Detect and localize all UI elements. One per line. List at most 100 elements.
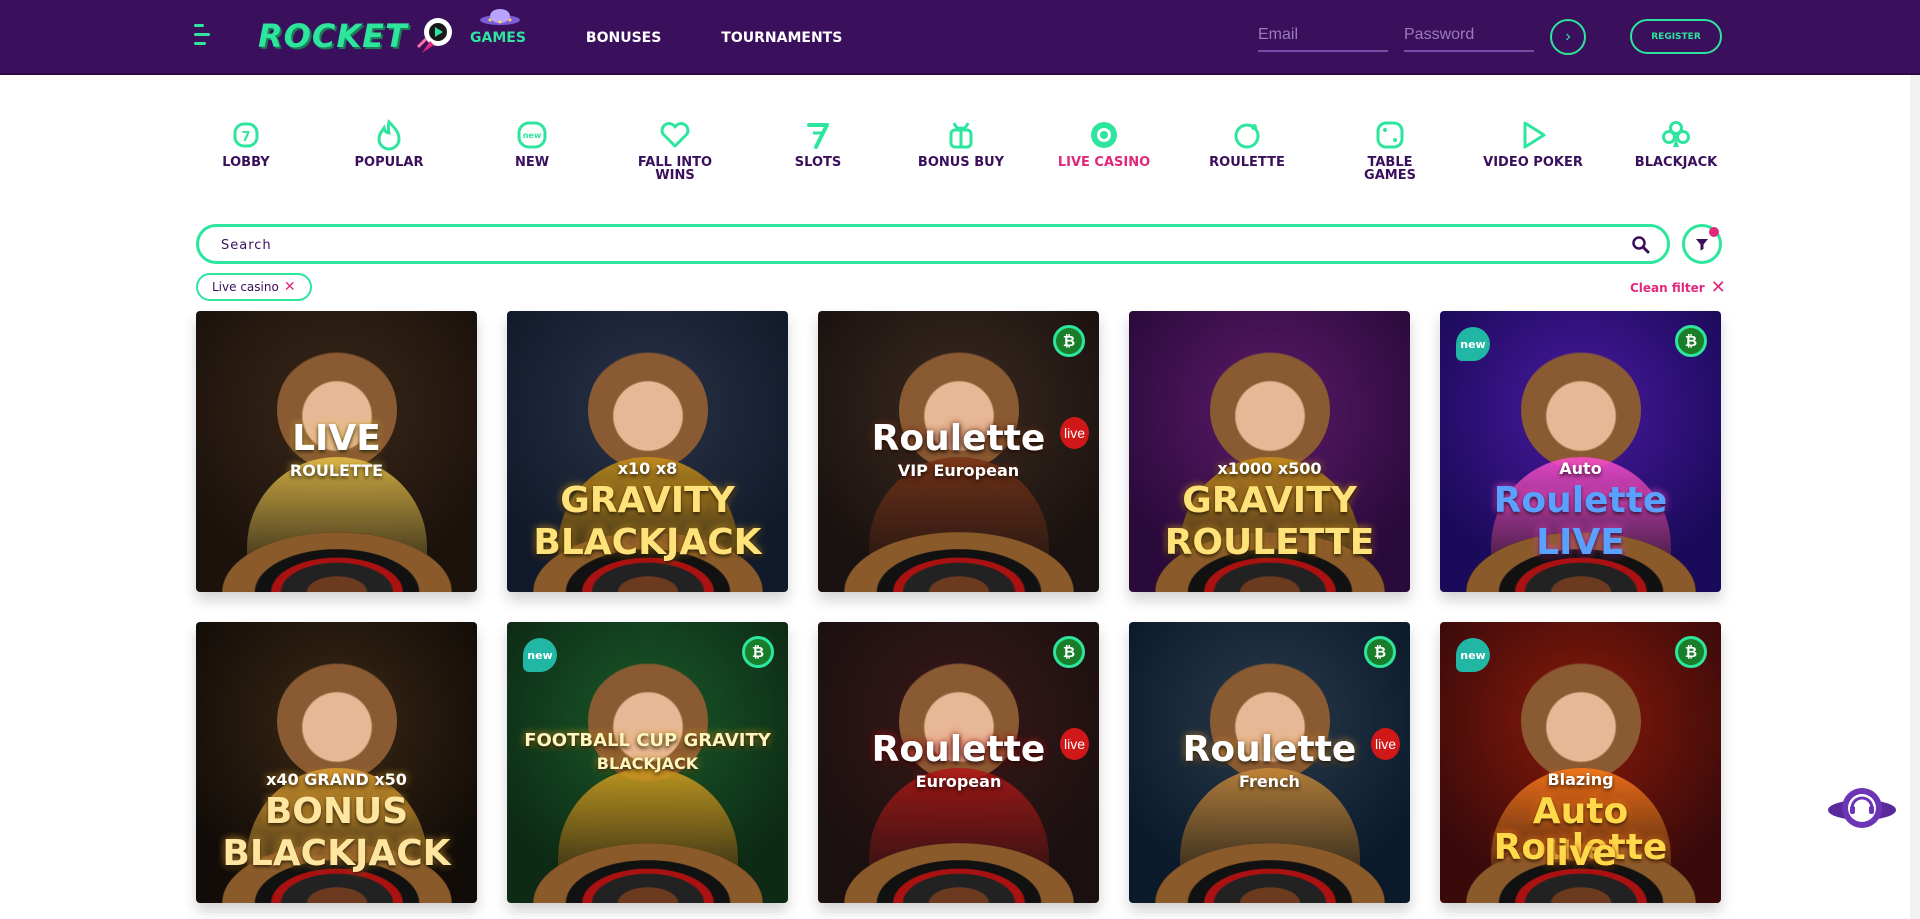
game-title-line: x1000 x500 [1217,459,1322,478]
category-label: POPULAR [354,155,424,170]
clean-filter-label: Clean filter [1630,280,1705,295]
category-label: VIDEO POKER [1483,155,1583,170]
new-badge: new [523,638,557,672]
nav-bonuses[interactable]: BONUSES [586,30,661,46]
page-scrollbar[interactable] [1910,75,1920,919]
game-title-line: BLACKJACK [533,522,762,563]
nav-games-label: GAMES [470,29,526,46]
category-label: LOBBY [222,155,270,170]
game-card[interactable]: Blazing Auto Roulette live new ₿ [1440,622,1721,903]
game-title-line: BLACKJACK [596,754,699,773]
search-input[interactable] [221,235,1581,255]
club-icon [1662,121,1690,147]
category-label: ROULETTE [1209,155,1285,170]
game-card[interactable]: Roulette French live ₿ [1129,622,1410,903]
password-field[interactable] [1404,20,1534,52]
category-popular[interactable]: POPULAR [339,118,439,182]
ufo-icon [480,8,520,25]
play-icon [1523,121,1546,149]
category-label: TABLE GAMES [1364,155,1416,183]
nav-tournaments[interactable]: TOURNAMENTS [721,30,842,46]
game-title-line: Blazing [1547,770,1614,789]
chip-label: Live casino [212,280,279,294]
new-badge: new [1456,638,1490,672]
dealer-figure [1520,350,1641,471]
close-icon: ✕ [1710,277,1726,298]
dealer-figure [1520,661,1641,782]
svg-text:7: 7 [241,130,250,145]
game-title-line: Roulette [871,418,1046,459]
category-label: NEW [514,155,550,170]
active-filter-chip[interactable]: Live casino ✕ [196,273,312,301]
game-title-line: GRAVITY [560,480,735,521]
game-card[interactable]: Roulette VIP European live ₿ [818,311,1099,592]
game-title-line: Roulette [1182,729,1357,770]
main-nav: GAMES BONUSES TOURNAMENTS [470,0,902,75]
search-icon[interactable] [1631,235,1651,255]
chevron-right-icon: › [1565,28,1571,45]
dealer-figure [1209,350,1330,471]
dealer-figure [276,661,397,782]
svg-text:new: new [523,131,542,140]
game-title-line: BLACKJACK [222,833,451,874]
game-title-line: European [915,772,1002,791]
register-button[interactable]: REGISTER [1630,19,1722,54]
email-field[interactable] [1258,20,1388,52]
heart-icon [660,122,690,148]
game-title-line: LIVE [1536,522,1625,563]
category-bar: 7 LOBBY POPULAR new NEW FALL INTO WINS SLOTS BO… [196,118,1726,182]
bitcoin-icon: ₿ [1675,636,1707,668]
game-card[interactable]: x40 GRAND x50 BONUS BLACKJACK [196,622,477,903]
category-live-casino[interactable]: LIVE CASINO [1054,118,1154,182]
game-title-line: Auto [1559,459,1602,478]
bitcoin-icon: ₿ [1675,325,1707,357]
category-blackjack[interactable]: BLACKJACK [1626,118,1726,182]
rocket-mascot-icon [416,18,452,53]
live-badge: live [1059,417,1089,449]
menu-icon[interactable] [194,24,216,48]
game-title-line: VIP European [897,461,1020,480]
category-new[interactable]: new NEW [482,118,582,182]
bitcoin-icon: ₿ [1364,636,1396,668]
login-button[interactable]: › [1550,19,1586,55]
filter-active-dot [1709,227,1719,237]
game-title-line: GRAVITY [1182,480,1357,521]
nav-games[interactable]: GAMES [470,8,526,46]
live-badge: live [1059,728,1089,760]
top-bar: ROCKET GAMES BONUSES TOURNAMENTS › REGIS… [0,0,1920,75]
game-title-line: LIVE [292,418,381,459]
game-card[interactable]: Roulette European live ₿ [818,622,1099,903]
game-title-line: BONUS [264,791,409,832]
category-lobby[interactable]: 7 LOBBY [196,118,296,182]
dice-icon [1376,121,1404,149]
game-card[interactable]: LIVE ROULETTE [196,311,477,592]
new-icon: new [517,121,547,149]
live-badge: live [1370,728,1400,760]
game-title-line: live [1544,833,1617,874]
bitcoin-icon: ₿ [1053,325,1085,357]
category-label: SLOTS [794,155,842,170]
category-roulette[interactable]: ROULETTE [1197,118,1297,182]
filter-button[interactable] [1682,224,1722,264]
category-fall-into-wins[interactable]: FALL INTO WINS [625,118,725,182]
game-card[interactable]: FOOTBALL CUP GRAVITY BLACKJACK new ₿ [507,622,788,903]
game-title-line: French [1239,772,1300,791]
category-slots[interactable]: SLOTS [768,118,868,182]
category-video-poker[interactable]: VIDEO POKER [1483,118,1583,182]
game-card[interactable]: x1000 x500 GRAVITY ROULETTE [1129,311,1410,592]
support-bot-icon[interactable] [1826,784,1898,834]
clean-filter-button[interactable]: Clean filter ✕ [1630,277,1726,298]
new-badge: new [1456,327,1490,361]
chip-icon [1091,122,1117,148]
game-title-line: FOOTBALL CUP GRAVITY [524,730,771,751]
logo[interactable]: ROCKET [258,14,456,58]
close-icon[interactable]: ✕ [284,279,296,295]
game-card[interactable]: Auto Roulette LIVE new ₿ [1440,311,1721,592]
game-card[interactable]: x10 x8 GRAVITY BLACKJACK [507,311,788,592]
dealer-figure [587,350,708,471]
roulette-icon [1234,123,1260,149]
category-table-games[interactable]: TABLE GAMES [1340,118,1440,182]
game-title-line: x10 x8 [617,459,678,478]
category-bonus-buy[interactable]: BONUS BUY [911,118,1011,182]
bitcoin-icon: ₿ [1053,636,1085,668]
